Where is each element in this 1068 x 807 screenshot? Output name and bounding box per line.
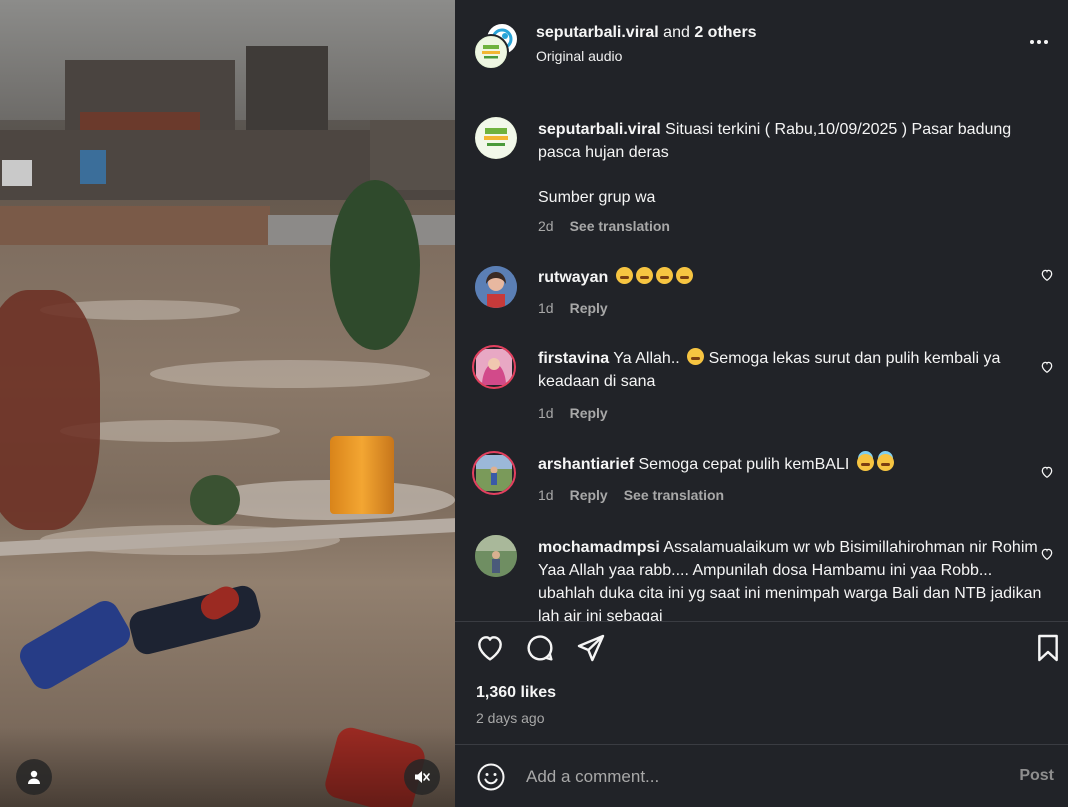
caption-meta: 2d See translation <box>538 218 670 234</box>
share-icon[interactable] <box>575 632 607 664</box>
smiling-face-with-halo-icon <box>876 454 894 471</box>
water-tank <box>330 436 394 514</box>
person-photo-icon <box>476 455 512 491</box>
avatar[interactable] <box>472 345 516 389</box>
video-building <box>246 46 328 136</box>
video-tree <box>330 180 420 350</box>
video-shade <box>0 727 455 807</box>
comment-username[interactable]: firstavina <box>538 350 609 367</box>
comment-text-block: rutwayan <box>538 266 1043 289</box>
like-comment-heart-icon[interactable] <box>1040 268 1054 282</box>
comment-text: Semoga cepat pulih kemBALI <box>638 456 850 473</box>
video-building <box>370 120 455 190</box>
comment-text: Ya Allah.. <box>613 350 680 367</box>
avatar[interactable] <box>472 451 516 495</box>
more-dot-icon <box>1037 40 1041 44</box>
comment-meta: 1d Reply See translation <box>538 487 724 503</box>
emoji-icon[interactable] <box>476 762 506 792</box>
comment: arshantiarief Semoga cepat pulih kemBALI… <box>455 451 1068 511</box>
avatar[interactable] <box>475 266 517 308</box>
video-bush <box>190 475 240 525</box>
comment-meta: 1d Reply <box>538 300 608 316</box>
comment-time[interactable]: 1d <box>538 487 554 503</box>
more-options-button[interactable] <box>1030 30 1054 54</box>
audio-link[interactable]: Original audio <box>536 48 622 64</box>
caption-text-block: seputarbali.viral Situasi terkini ( Rabu… <box>538 118 1043 164</box>
comment-icon[interactable] <box>524 632 556 664</box>
mute-button[interactable] <box>404 759 440 795</box>
seputarbali-logo-icon <box>476 37 506 67</box>
header-and: and <box>663 24 690 41</box>
collab-avatars[interactable] <box>473 22 519 70</box>
flushed-face-icon <box>635 267 653 284</box>
comment-username[interactable]: mochamadmpsi <box>538 539 660 556</box>
video-vehicle <box>2 160 32 186</box>
comment: rutwayan 1d Reply <box>455 264 1068 324</box>
person-photo-icon <box>475 266 517 308</box>
avatar[interactable] <box>475 535 517 577</box>
flushed-face-icon <box>687 348 705 365</box>
comment-text-block: mochamadmpsi Assalamualaikum wr wb Bisim… <box>538 536 1043 621</box>
caption-see-translation[interactable]: See translation <box>570 218 670 234</box>
bookmark-icon[interactable] <box>1032 632 1064 664</box>
person-photo-icon <box>476 349 512 385</box>
header-usernames[interactable]: seputarbali.viral and 2 others <box>536 24 757 42</box>
more-dot-icon <box>1030 40 1034 44</box>
comment-text-block: arshantiarief Semoga cepat pulih kemBALI <box>538 453 1043 476</box>
user-icon <box>28 770 40 784</box>
water-wave <box>150 360 430 388</box>
reel-video[interactable] <box>0 0 455 807</box>
flushed-face-icon <box>655 267 673 284</box>
post-header: seputarbali.viral and 2 others Original … <box>455 0 1068 89</box>
action-bar <box>455 630 1068 670</box>
avatar-image <box>476 455 512 491</box>
flushed-face-icon <box>615 267 633 284</box>
comment: firstavina Ya Allah.. Semoga lekas surut… <box>455 345 1068 425</box>
avatar-image <box>476 349 512 385</box>
person-photo-icon <box>475 535 517 577</box>
header-others[interactable]: 2 others <box>694 24 756 41</box>
comment-meta: 1d Reply <box>538 405 608 421</box>
like-comment-heart-icon[interactable] <box>1040 360 1054 374</box>
post-button[interactable]: Post <box>1013 766 1060 786</box>
like-comment-heart-icon[interactable] <box>1040 547 1054 561</box>
video-flowers <box>0 290 100 530</box>
comment-time[interactable]: 1d <box>538 405 554 421</box>
caption-source: Sumber grup wa <box>538 189 656 206</box>
avatar[interactable] <box>475 117 517 159</box>
more-dot-icon <box>1044 40 1048 44</box>
comment-username[interactable]: arshantiarief <box>538 456 634 473</box>
comment-text-block: firstavina Ya Allah.. Semoga lekas surut… <box>538 347 1043 393</box>
post-timestamp[interactable]: 2 days ago <box>476 710 545 726</box>
video-vehicle <box>80 150 106 184</box>
comment-username[interactable]: rutwayan <box>538 269 608 286</box>
reply-button[interactable]: Reply <box>570 405 608 421</box>
avatar <box>473 34 509 70</box>
speaker-muted-icon <box>415 771 430 783</box>
caption-username[interactable]: seputarbali.viral <box>538 121 661 138</box>
comment: mochamadmpsi Assalamualaikum wr wb Bisim… <box>455 535 1068 621</box>
seputarbali-logo-icon <box>476 118 516 158</box>
likes-count[interactable]: 1,360 likes <box>476 684 556 702</box>
post-panel: seputarbali.viral and 2 others Original … <box>455 0 1068 807</box>
reply-button[interactable]: Reply <box>570 487 608 503</box>
smiling-face-with-halo-icon <box>856 454 874 471</box>
comment-input[interactable] <box>526 764 966 790</box>
video-wall <box>0 206 270 250</box>
caption-time[interactable]: 2d <box>538 218 554 234</box>
comment-time[interactable]: 1d <box>538 300 554 316</box>
flushed-face-icon <box>675 267 693 284</box>
comments-list[interactable]: seputarbali.viral Situasi terkini ( Rabu… <box>455 89 1068 621</box>
comment-composer: Post <box>455 745 1068 807</box>
heart-icon[interactable] <box>474 632 506 664</box>
reply-button[interactable]: Reply <box>570 300 608 316</box>
header-username[interactable]: seputarbali.viral <box>536 24 659 41</box>
see-translation-button[interactable]: See translation <box>624 487 724 503</box>
divider <box>455 621 1068 622</box>
caption: seputarbali.viral Situasi terkini ( Rabu… <box>455 115 1068 235</box>
like-comment-heart-icon[interactable] <box>1040 465 1054 479</box>
tagged-users-button[interactable] <box>16 759 52 795</box>
